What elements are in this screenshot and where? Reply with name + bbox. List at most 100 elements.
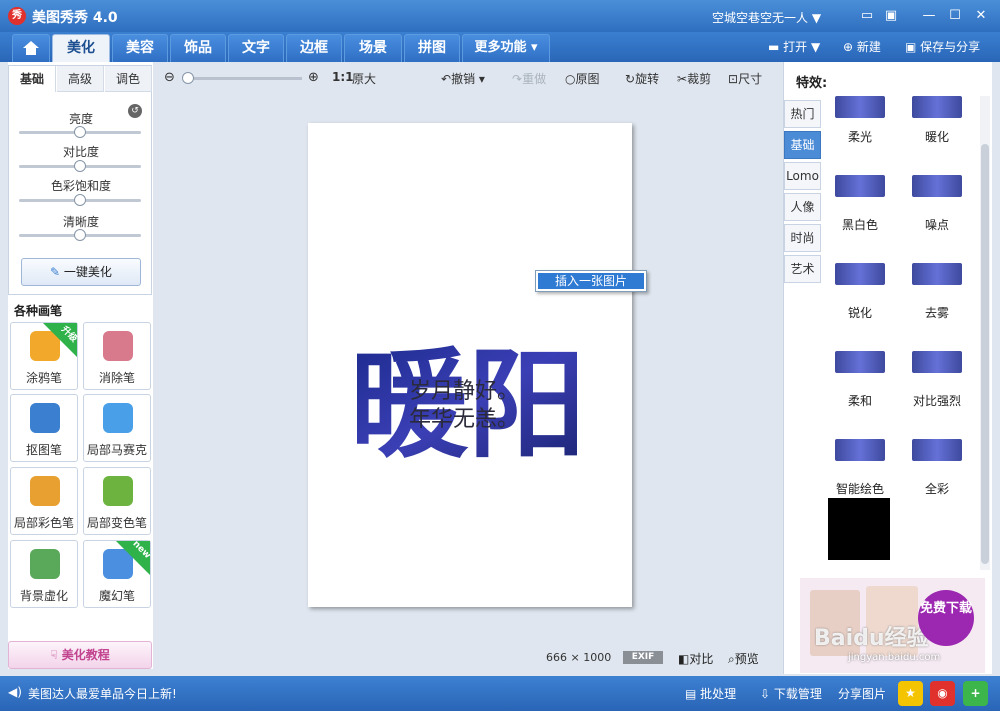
brush-0[interactable]: 涂鸦笔 升级 bbox=[10, 322, 79, 390]
zoom-in-icon[interactable]: ⊕ bbox=[308, 70, 319, 85]
image-document[interactable]: 暖阳 岁月静好。 年华无恙。 bbox=[308, 123, 632, 607]
effect-tab-0[interactable]: 热门 bbox=[784, 100, 821, 128]
user-menu[interactable]: 空城空巷空无一人 ▼ bbox=[712, 9, 821, 26]
new-label: 新建 bbox=[856, 40, 881, 54]
tab-text[interactable]: 文字 bbox=[228, 34, 284, 62]
effect-thumb-8[interactable] bbox=[835, 432, 885, 468]
effect-label-6: 柔和 bbox=[847, 394, 872, 408]
brush-5[interactable]: 局部变色笔 bbox=[83, 467, 151, 535]
rotate-button[interactable]: ↻旋转 bbox=[625, 70, 659, 87]
subtab-advanced[interactable]: 高级 bbox=[57, 66, 104, 92]
context-menu: 插入一张图片 bbox=[535, 270, 647, 292]
brush-1[interactable]: 消除笔 bbox=[83, 322, 151, 390]
effect-tab-5[interactable]: 艺术 bbox=[784, 255, 821, 283]
brush-4[interactable]: 局部彩色笔 bbox=[10, 467, 78, 535]
pen-icon bbox=[30, 403, 60, 433]
scroll-thumb[interactable] bbox=[981, 144, 989, 564]
main-tab-bar: 美化 美容 饰品 文字 边框 场景 拼图 更多功能 ▾ ▬ 打开 ▼ ⊕ 新建 … bbox=[0, 32, 1000, 62]
brush-label: 消除笔 bbox=[98, 371, 135, 385]
redo-button[interactable]: ↷重做 bbox=[512, 70, 546, 87]
effect-thumb-1[interactable] bbox=[912, 96, 962, 132]
tutorial-label: 美化教程 bbox=[61, 648, 110, 662]
status-message[interactable]: 美图达人最爱单品今日上新! bbox=[28, 685, 177, 702]
effect-thumb-3[interactable] bbox=[912, 168, 962, 204]
effect-thumb-0[interactable] bbox=[835, 96, 885, 132]
maximize-button[interactable]: ☐ bbox=[944, 6, 966, 26]
effects-scrollbar[interactable] bbox=[980, 96, 990, 570]
original-size-button[interactable]: 原大 bbox=[352, 70, 376, 87]
star-icon[interactable]: ★ bbox=[898, 681, 923, 706]
subtab-basic[interactable]: 基础 bbox=[9, 66, 56, 92]
weibo-icon[interactable]: ◉ bbox=[930, 681, 955, 706]
zoom-slider[interactable] bbox=[184, 77, 302, 80]
contrast-knob[interactable] bbox=[74, 160, 86, 172]
compare-button[interactable]: ◧对比 bbox=[678, 650, 713, 667]
brush-3[interactable]: 局部马赛克 bbox=[83, 394, 151, 462]
minimize-button[interactable]: — bbox=[918, 6, 940, 26]
folder-icon: ▬ bbox=[768, 40, 784, 54]
tab-home[interactable] bbox=[12, 34, 50, 62]
effect-thumb-7[interactable] bbox=[912, 344, 962, 380]
effect-preview bbox=[912, 351, 962, 373]
batch-button[interactable]: ▤ 批处理 bbox=[685, 685, 736, 702]
tutorial-button[interactable]: ☟ 美化教程 bbox=[8, 641, 152, 669]
add-icon[interactable]: + bbox=[963, 681, 988, 706]
effect-thumb-2[interactable] bbox=[835, 168, 885, 204]
skin-icon[interactable]: ▣ bbox=[880, 6, 902, 26]
effect-preview bbox=[835, 263, 885, 285]
sharpness-knob[interactable] bbox=[74, 229, 86, 241]
effect-thumb-9[interactable] bbox=[912, 432, 962, 468]
tab-scene[interactable]: 场景 bbox=[344, 34, 402, 62]
brush-7[interactable]: 魔幻笔 new bbox=[83, 539, 152, 608]
tab-accessories[interactable]: 饰品 bbox=[170, 34, 226, 62]
tab-frame[interactable]: 边框 bbox=[286, 34, 342, 62]
blur-icon bbox=[30, 549, 60, 579]
zoom-out-icon[interactable]: ⊖ bbox=[164, 70, 175, 85]
brush-6[interactable]: 背景虚化 bbox=[10, 540, 78, 608]
free-download-button[interactable]: 免费下载 bbox=[918, 590, 974, 646]
scissors-icon: ✂ bbox=[677, 72, 688, 86]
effect-label-4: 锐化 bbox=[847, 306, 872, 320]
preview-icon: ⌕ bbox=[728, 652, 735, 666]
effect-thumb-4[interactable] bbox=[835, 256, 885, 292]
insert-image-menu-item[interactable]: 插入一张图片 bbox=[538, 273, 644, 289]
saturation-knob[interactable] bbox=[74, 194, 86, 206]
zoom-knob[interactable] bbox=[182, 72, 194, 84]
home-icon bbox=[23, 41, 39, 55]
hand-icon: ☟ bbox=[50, 648, 62, 662]
open-button[interactable]: ▬ 打开 ▼ bbox=[768, 37, 820, 57]
tab-beauty[interactable]: 美容 bbox=[112, 34, 168, 62]
preview-button[interactable]: ⌕预览 bbox=[728, 650, 759, 667]
share-image-button[interactable]: 分享图片 bbox=[838, 685, 886, 702]
one-key-beautify-button[interactable]: ✎ 一键美化 bbox=[21, 258, 141, 286]
close-button[interactable]: ✕ bbox=[970, 6, 992, 26]
tab-more[interactable]: 更多功能 ▾ bbox=[462, 34, 550, 62]
effect-tab-3[interactable]: 人像 bbox=[784, 193, 821, 221]
effect-thumb-6[interactable] bbox=[835, 344, 885, 380]
chat-icon[interactable]: ▭ bbox=[856, 6, 878, 26]
zoom-reset-button[interactable]: 1:1 bbox=[332, 70, 354, 84]
brush-2[interactable]: 抠图笔 bbox=[10, 394, 78, 462]
effect-tab-2[interactable]: Lomo bbox=[784, 162, 821, 190]
art-line-2: 年华无恙。 bbox=[409, 407, 519, 432]
rotate-icon: ↻ bbox=[625, 72, 636, 86]
download-icon: ⇩ bbox=[760, 687, 774, 701]
resize-button[interactable]: ⊡尺寸 bbox=[728, 70, 762, 87]
new-button[interactable]: ⊕ 新建 bbox=[843, 37, 881, 57]
effect-thumb-5[interactable] bbox=[912, 256, 962, 292]
brightness-knob[interactable] bbox=[74, 126, 86, 138]
effect-preview bbox=[912, 263, 962, 285]
download-manager-button[interactable]: ⇩ 下载管理 bbox=[760, 685, 822, 702]
exif-button[interactable]: EXIF bbox=[623, 651, 663, 664]
effect-tab-1[interactable]: 基础 bbox=[784, 131, 821, 159]
undo-button[interactable]: ↶撤销 ▾ bbox=[441, 70, 485, 87]
effect-tab-4[interactable]: 时尚 bbox=[784, 224, 821, 252]
subtab-color[interactable]: 调色 bbox=[105, 66, 152, 92]
compare-label: 对比 bbox=[689, 652, 714, 666]
effect-thumb-dark[interactable] bbox=[828, 498, 890, 560]
tab-collage[interactable]: 拼图 bbox=[404, 34, 460, 62]
tab-beautify[interactable]: 美化 bbox=[52, 34, 110, 62]
original-button[interactable]: ○原图 bbox=[565, 70, 600, 87]
save-share-button[interactable]: ▣ 保存与分享 bbox=[905, 37, 980, 57]
crop-button[interactable]: ✂裁剪 bbox=[677, 70, 711, 87]
